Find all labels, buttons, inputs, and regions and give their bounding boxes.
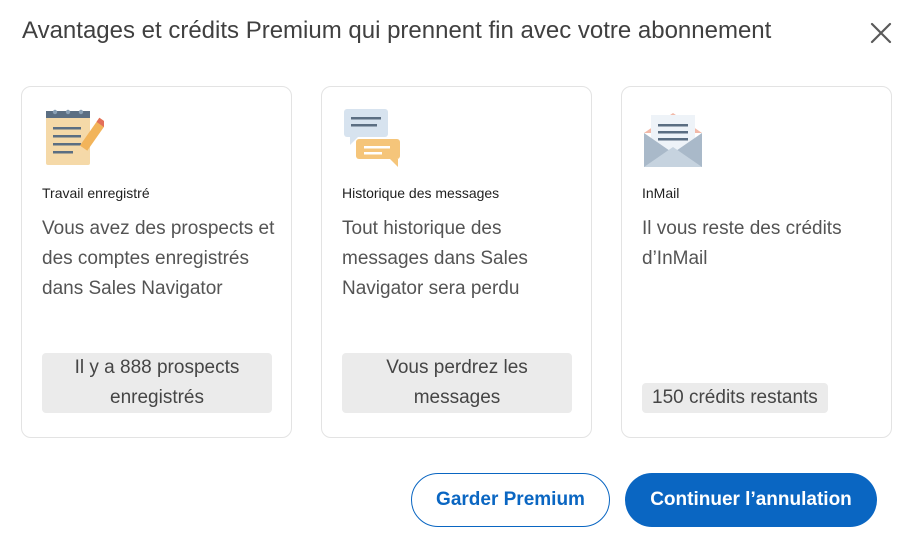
close-button[interactable] [866,18,896,48]
chat-bubbles-icon [344,109,400,167]
notepad-pencil-icon [46,109,104,165]
card-message-history: Historique des messages Tout historique … [321,86,592,438]
keep-premium-button[interactable]: Garder Premium [411,473,610,527]
card-title: InMail [642,185,680,201]
card-saved-work: Travail enregistré Vous avez des prospec… [21,86,292,438]
card-badge: 150 crédits restants [642,383,828,413]
close-icon[interactable] [870,22,892,44]
envelope-letter-icon [644,113,702,167]
continue-cancellation-button[interactable]: Continuer l’annulation [625,473,877,527]
card-badge: Il y a 888 prospects enregistrés [42,353,272,413]
dialog-title: Avantages et crédits Premium qui prennen… [22,17,772,44]
card-description: Tout historique des messages dans Sales … [342,218,528,299]
card-inmail: InMail Il vous reste des crédits d’InMai… [621,86,892,438]
card-title: Travail enregistré [42,185,150,201]
card-title: Historique des messages [342,185,500,201]
card-badge: Vous perdrez les messages [342,353,572,413]
card-description: Il vous reste des crédits d’InMail [642,218,842,269]
card-description: Vous avez des prospects et des comptes e… [42,218,275,299]
